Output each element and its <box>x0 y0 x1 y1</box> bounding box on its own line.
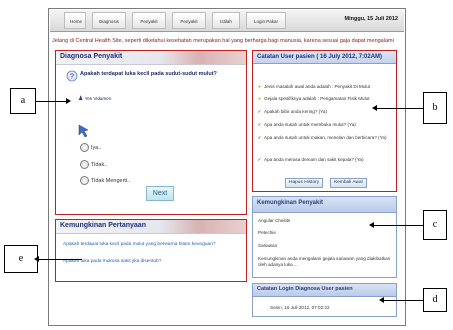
radio-tidak[interactable] <box>80 160 89 169</box>
kemungkinan-pertanyaan-title: Kemungkinan Pertanyaan <box>60 222 146 229</box>
callout-c-line <box>373 225 423 226</box>
record-line-4: ✓ Apa anda susah untuk membuka mulut? (Ya… <box>256 122 356 128</box>
check-icon: ✓ <box>257 109 262 114</box>
kemungkinan-penyakit-title: Kemungkinan Penyakit <box>257 200 324 206</box>
catatan-login-title: Catatan Login Diagnosa User pasien <box>257 286 353 292</box>
news-marquee: Jelang di Central Health Site, seperti d… <box>52 38 394 44</box>
callout-a-line <box>36 101 66 102</box>
record-line-3: ✓ Apakah bibir anda kering? (Ya) <box>256 109 327 115</box>
current-date: Minggu, 15 Juli 2012 <box>344 16 399 22</box>
record-line-5: ✓ Apa anda susah untuk makan, menelan dan… <box>256 135 394 141</box>
kemungkinan-pertanyaan-panel: Kemungkinan Pertanyaan <box>55 219 247 282</box>
callout-e: e <box>4 245 38 273</box>
hapus-history-button[interactable]: Hapus History <box>285 178 324 188</box>
kemungkinan-pertanyaan-header: Kemungkinan Pertanyaan <box>56 220 246 234</box>
callout-b: b <box>423 92 447 124</box>
check-icon: ✓ <box>257 122 262 127</box>
option-iya-label: Iya.. <box>91 144 102 151</box>
nav-istilah[interactable]: Istilah <box>212 12 240 29</box>
person-icon: ♟ <box>78 96 84 102</box>
nav-diagnosis[interactable]: Diagnosis <box>92 12 126 29</box>
callout-e-line <box>38 259 82 260</box>
callout-d-arrowhead <box>379 297 384 303</box>
record-line-6-text: Apa anda merasa demam dan sakit kepala? … <box>264 157 364 162</box>
callout-e-arrowhead <box>34 256 39 262</box>
diagnosa-question: Apakah terdapat luka kecil pada sudut-su… <box>80 71 217 77</box>
question-icon: ? <box>66 70 78 82</box>
kembali-awal-button[interactable]: Kembali Awal <box>330 178 367 188</box>
catatan-user-title: Catatan User pasien ( 16 July 2012, 7:02… <box>253 51 396 64</box>
next-button[interactable]: Next <box>146 186 174 201</box>
diagnosa-title: Diagnosa Penyakit <box>60 53 123 60</box>
catatan-login-header: Catatan Login Diagnosa User pasien <box>253 284 396 297</box>
svg-text:?: ? <box>70 74 74 81</box>
record-line-3-text: Apakah bibir anda kering? (Ya) <box>264 109 327 114</box>
record-line-2: ● Gejala spesifiknya adalah : Pengamatan … <box>256 96 369 101</box>
record-line-1-text: Jenis masalah awal anda adalah : Penyaki… <box>264 84 371 89</box>
record-line-4-text: Apa anda susah untuk membuka mulut? (Ya) <box>264 122 356 127</box>
nav-penyakit-1[interactable]: Penyakit <box>132 12 166 29</box>
callout-a: a <box>10 88 36 114</box>
callout-b-line <box>376 108 423 109</box>
diagnosa-header: Diagnosa Penyakit <box>56 51 246 65</box>
record-line-2-text: Gejala spesifiknya adalah : Pengamatan F… <box>264 96 370 101</box>
penyakit-item-1[interactable]: Angular Cheilits <box>258 218 290 223</box>
pertanyaan-link-1[interactable]: Apakah terdapat luka kecil pada mulut ya… <box>63 242 241 248</box>
nav-login-pakar[interactable]: Login Pakar <box>246 12 286 29</box>
option-tidak-mengerti[interactable]: Tidak Mengerti.. <box>80 176 130 185</box>
record-line-5-text: Apa anda susah untuk makan, menelan dan … <box>264 135 387 140</box>
penyakit-item-2[interactable]: Petechie <box>258 230 276 235</box>
callout-a-arrowhead <box>66 98 71 104</box>
record-line-1: ● Jenis masalah awal anda adalah : Penyak… <box>256 84 370 89</box>
radio-iya[interactable] <box>80 143 89 152</box>
kemungkinan-penyakit-header: Kemungkinan Penyakit <box>253 197 396 213</box>
catatan-user-panel: Catatan User pasien ( 16 July 2012, 7:02… <box>252 50 397 192</box>
callout-c: c <box>423 210 447 240</box>
callout-c-arrowhead <box>369 222 374 228</box>
option-tidak-mengerti-label: Tidak Mengerti.. <box>91 177 131 184</box>
check-icon: ✓ <box>257 135 262 140</box>
callout-b-arrowhead <box>372 105 377 111</box>
option-tidak-label: Tidak.. <box>91 161 108 168</box>
vitamin-note: ♟ Yes Vidamen <box>78 95 111 102</box>
option-tidak[interactable]: Tidak.. <box>80 160 107 169</box>
catatan-login-panel: Catatan Login Diagnosa User pasien <box>252 283 397 317</box>
penyakit-item-4[interactable]: Kemungkinan anda mengalami gejala sariaw… <box>258 256 394 268</box>
login-entry: Senin, 16 Juli 2012, 07:02:22 <box>270 305 330 310</box>
nav-home[interactable]: Home <box>64 12 86 29</box>
penyakit-item-3[interactable]: Sariawan <box>258 243 277 248</box>
radio-tidak-mengerti[interactable] <box>80 176 89 185</box>
callout-d-line <box>383 300 423 301</box>
top-nav: Home Diagnosis Penyakit Penyakit Istilah… <box>50 10 404 32</box>
nav-penyakit-2[interactable]: Penyakit <box>172 12 206 29</box>
option-iya[interactable]: Iya.. <box>80 143 101 152</box>
vitamin-note-text: Yes Vidamen <box>84 96 112 101</box>
arrow-pointer-icon <box>78 124 89 138</box>
bullet-icon: ● <box>258 96 261 101</box>
callout-d: d <box>423 288 447 312</box>
bullet-icon: ● <box>258 84 261 89</box>
record-line-6: ✓ Apa anda merasa demam dan sakit kepala?… <box>256 157 364 163</box>
check-icon: ✓ <box>257 157 262 162</box>
